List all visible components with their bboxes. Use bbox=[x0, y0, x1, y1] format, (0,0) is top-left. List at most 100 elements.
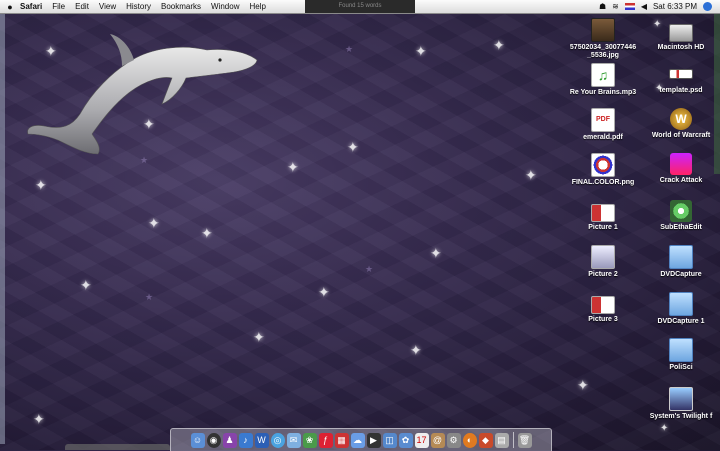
spotlight-icon[interactable] bbox=[703, 2, 712, 11]
desktop-icon-label: Crack Attack bbox=[659, 177, 703, 184]
audio-file-icon: ♫ bbox=[591, 63, 615, 87]
star-icon: ✦ bbox=[660, 423, 669, 434]
desktop-icon-label: emerald.pdf bbox=[583, 134, 623, 141]
desktop-icon[interactable]: Picture 2 bbox=[568, 245, 638, 279]
iphoto-icon[interactable]: ✿ bbox=[398, 432, 413, 448]
folder-icon bbox=[669, 245, 693, 269]
preview-icon[interactable]: ◫ bbox=[382, 432, 397, 448]
star-icon: ✦ bbox=[287, 159, 299, 175]
desktop-icon[interactable]: W World of Warcraft bbox=[646, 108, 716, 140]
harddrive-icon bbox=[669, 24, 693, 42]
menu-edit[interactable]: Edit bbox=[75, 2, 89, 11]
star-icon: ✦ bbox=[253, 329, 265, 345]
desktop-icon-label: PoliSci bbox=[669, 364, 693, 371]
menu-file[interactable]: File bbox=[52, 2, 65, 11]
address-icon[interactable]: @ bbox=[430, 432, 445, 448]
flash-icon[interactable]: ƒ bbox=[318, 432, 333, 448]
desktop-icon[interactable]: 57502034_30077446 _5536.jpg bbox=[568, 18, 638, 60]
desktop-icon[interactable]: PoliSci bbox=[646, 338, 716, 372]
sub-icon[interactable]: ◆ bbox=[478, 432, 493, 448]
dock-separator bbox=[512, 432, 514, 448]
trash-icon[interactable]: 🗑 bbox=[517, 432, 532, 448]
firefox-icon[interactable]: ◐ bbox=[462, 432, 477, 448]
desktop-icon[interactable]: SubEthaEdit bbox=[646, 200, 716, 232]
window-title-hint: Found 15 words bbox=[305, 0, 415, 13]
folder-icon bbox=[669, 292, 693, 316]
desktop-icon-label: World of Warcraft bbox=[651, 132, 711, 139]
word-icon[interactable]: W bbox=[254, 432, 269, 448]
screenshot-file-icon bbox=[591, 245, 615, 269]
left-window-edge bbox=[0, 14, 5, 444]
script-icon[interactable]: ☗ bbox=[599, 2, 606, 11]
desktop-icon[interactable]: ♫ Re Your Brains.mp3 bbox=[568, 63, 638, 97]
desktop-icon-label: DVDCapture bbox=[660, 271, 702, 278]
desktop-icon[interactable]: DVDCapture 1 bbox=[646, 292, 716, 326]
desktop-icon[interactable]: template.psd bbox=[646, 63, 716, 95]
desktop-icon[interactable]: Picture 3 bbox=[568, 292, 638, 324]
star-icon: ✦ bbox=[148, 215, 160, 231]
calendar-icon[interactable]: 17 bbox=[414, 432, 429, 448]
subethaedit-app-icon bbox=[670, 200, 692, 222]
desktop-icon[interactable]: Macintosh HD bbox=[646, 18, 716, 52]
star-icon: ✦ bbox=[577, 377, 589, 393]
desktop-icon[interactable]: System's Twilight f bbox=[646, 387, 716, 421]
star-icon: ✦ bbox=[318, 284, 330, 300]
window-bottom-bar bbox=[65, 444, 170, 450]
warcraft-app-icon: W bbox=[670, 108, 692, 130]
desktop-icon[interactable]: Picture 1 bbox=[568, 200, 638, 232]
star-icon: ★ bbox=[345, 44, 354, 54]
menu-view[interactable]: View bbox=[99, 2, 116, 11]
pdf-file-icon: PDF bbox=[591, 108, 615, 132]
star-icon: ✦ bbox=[80, 277, 92, 293]
mail-icon[interactable]: ✉ bbox=[286, 432, 301, 448]
star-icon: ✦ bbox=[525, 167, 537, 183]
misc-icon[interactable]: ▤ bbox=[494, 432, 509, 448]
user-icon[interactable]: ♟ bbox=[222, 432, 237, 448]
star-icon: ✦ bbox=[201, 225, 213, 241]
desktop-icon-label: Picture 3 bbox=[588, 316, 618, 323]
desktop-icon-label: template.psd bbox=[659, 87, 703, 94]
flag-icon[interactable] bbox=[624, 3, 635, 10]
star-icon: ✦ bbox=[35, 177, 47, 193]
star-icon: ★ bbox=[145, 292, 154, 302]
menubar-extras: ☗ ≋ ◀ Sat 6:33 PM bbox=[599, 2, 720, 11]
desktop-icon-label: Macintosh HD bbox=[657, 44, 705, 51]
desktop-icon-label: Picture 1 bbox=[588, 224, 618, 231]
star-icon: ★ bbox=[365, 264, 374, 274]
menu-history[interactable]: History bbox=[126, 2, 151, 11]
safari-icon[interactable]: ◎ bbox=[270, 432, 285, 448]
menu-window[interactable]: Window bbox=[211, 2, 239, 11]
crack-attack-app-icon bbox=[670, 153, 692, 175]
apple-menu-icon[interactable]: ● bbox=[0, 2, 20, 12]
ical-icon[interactable]: ▦ bbox=[334, 432, 349, 448]
photo-icon[interactable]: ❀ bbox=[302, 432, 317, 448]
itunes-icon[interactable]: ♪ bbox=[238, 432, 253, 448]
dashboard-icon[interactable]: ◉ bbox=[206, 432, 221, 448]
screenshot-file-icon bbox=[591, 296, 615, 314]
star-icon: ✦ bbox=[410, 342, 422, 358]
png-file-icon bbox=[591, 153, 615, 177]
menu-help[interactable]: Help bbox=[249, 2, 265, 11]
desktop-icon-label: SubEthaEdit bbox=[660, 224, 702, 231]
desktop-icon[interactable]: FINAL.COLOR.png bbox=[568, 153, 638, 187]
volume-icon[interactable]: ◀ bbox=[641, 2, 647, 11]
imovie-icon[interactable]: ▶ bbox=[366, 432, 381, 448]
star-icon: ✦ bbox=[347, 139, 359, 155]
app-icon bbox=[669, 387, 693, 411]
menu-app-name[interactable]: Safari bbox=[20, 2, 42, 11]
sysprefs-icon[interactable]: ⚙ bbox=[446, 432, 461, 448]
screenshot-file-icon bbox=[591, 204, 615, 222]
desktop-icon-label: DVDCapture 1 bbox=[657, 318, 705, 325]
desktop-icon[interactable]: DVDCapture bbox=[646, 245, 716, 279]
clock-text[interactable]: Sat 6:33 PM bbox=[653, 2, 697, 11]
wifi-icon[interactable]: ≋ bbox=[612, 2, 619, 11]
desktop-icon[interactable]: Crack Attack bbox=[646, 153, 716, 185]
desktop-icon-label: Re Your Brains.mp3 bbox=[569, 89, 637, 96]
desktop-icon[interactable]: PDF emerald.pdf bbox=[568, 108, 638, 142]
star-icon: ✦ bbox=[33, 411, 45, 427]
menubar: ● Safari File Edit View History Bookmark… bbox=[0, 0, 720, 14]
finder-icon[interactable]: ☺ bbox=[190, 432, 205, 448]
menu-bookmarks[interactable]: Bookmarks bbox=[161, 2, 201, 11]
ichat-icon[interactable]: ☁ bbox=[350, 432, 365, 448]
desktop-icon-label: 57502034_30077446 _5536.jpg bbox=[569, 44, 637, 59]
